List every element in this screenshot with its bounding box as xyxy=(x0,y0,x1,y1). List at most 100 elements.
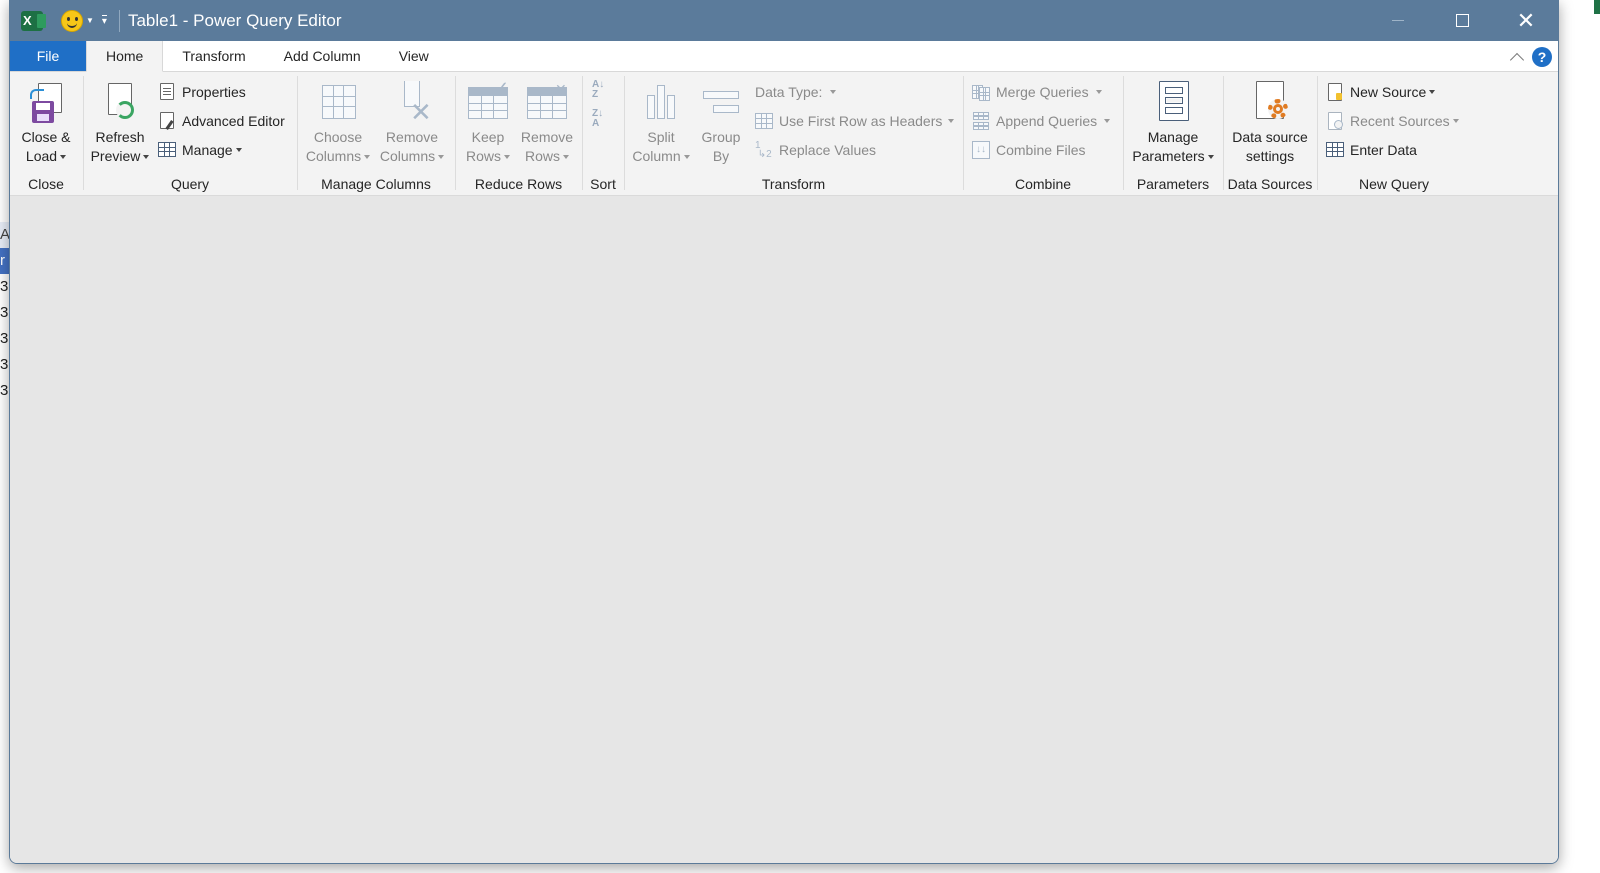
remove-rows-icon: ✕ xyxy=(527,81,567,125)
group-sort: A↓ Z Z↓ A Sort xyxy=(583,72,623,196)
enter-data-label: Enter Data xyxy=(1350,142,1417,158)
collapse-ribbon-icon[interactable] xyxy=(1509,52,1525,67)
group-by-button[interactable]: Group By xyxy=(701,81,741,166)
background-cell: A xyxy=(0,222,9,248)
close-load-button[interactable]: Close & Load xyxy=(16,81,76,166)
remove-columns-button[interactable]: ✕ Remove Columns xyxy=(376,81,448,166)
help-icon[interactable]: ? xyxy=(1532,46,1552,67)
chevron-down-icon xyxy=(438,155,445,160)
remove-rows-label-2: Rows xyxy=(524,148,560,164)
data-source-settings-icon xyxy=(1250,81,1290,125)
chevron-down-icon xyxy=(60,155,67,160)
smiley-icon[interactable] xyxy=(61,9,83,32)
chevron-down-icon[interactable]: ▼ xyxy=(86,16,94,25)
choose-columns-icon xyxy=(318,81,358,125)
background-cell: 3 xyxy=(0,278,9,295)
data-type-dropdown[interactable]: Data Type: xyxy=(755,81,837,103)
use-first-row-label: Use First Row as Headers xyxy=(779,113,943,129)
chevron-down-icon xyxy=(364,155,371,160)
tab-view[interactable]: View xyxy=(380,41,448,71)
enter-data-button[interactable]: Enter Data xyxy=(1326,139,1417,161)
replace-values-button[interactable]: 1 ↳2 Replace Values xyxy=(755,139,876,161)
choose-columns-label-1: Choose xyxy=(313,129,363,145)
chevron-down-icon xyxy=(504,155,510,160)
chevron-down-icon xyxy=(1207,155,1214,160)
window-title: Table1 - Power Query Editor xyxy=(127,10,342,30)
refresh-preview-label-2: Preview xyxy=(90,148,141,164)
recent-sources-label: Recent Sources xyxy=(1350,113,1450,129)
chevron-down-icon xyxy=(235,148,242,152)
recent-sources-button[interactable]: Recent Sources xyxy=(1326,110,1459,132)
group-label-sort: Sort xyxy=(590,176,616,192)
manage-label: Manage xyxy=(182,142,233,158)
ribbon-tabs: File Home Transform Add Column View ? xyxy=(10,41,1558,72)
group-label-data-sources: Data Sources xyxy=(1227,176,1313,192)
remove-columns-label-2: Columns xyxy=(379,148,436,164)
group-label-combine: Combine xyxy=(1014,176,1072,192)
title-bar[interactable]: X ▼ ▾ Table1 - Power Query Editor ✕ xyxy=(10,0,1558,41)
minimize-icon xyxy=(1392,20,1404,21)
tab-home[interactable]: Home xyxy=(86,41,164,72)
sort-descending-button[interactable]: Z↓ A xyxy=(592,109,603,133)
data-type-label: Data Type: xyxy=(755,84,823,100)
merge-queries-label: Merge Queries xyxy=(996,84,1089,100)
data-source-settings-button[interactable]: Data source settings xyxy=(1226,81,1314,166)
group-close: Close & Load Close xyxy=(10,72,82,196)
append-queries-label: Append Queries xyxy=(996,113,1098,129)
keep-rows-icon: ✓ xyxy=(468,79,509,125)
combine-files-button[interactable]: ↓↓ Combine Files xyxy=(972,139,1085,161)
sort-ascending-icon: A↓ Z xyxy=(592,79,605,100)
background-cell: r xyxy=(0,248,9,274)
customize-quick-access-icon[interactable]: ▾ xyxy=(101,14,107,27)
data-source-settings-label-1: Data source xyxy=(1232,129,1308,145)
new-source-button[interactable]: New Source xyxy=(1326,81,1436,103)
split-column-button[interactable]: Split Column xyxy=(629,81,693,166)
tab-add-column[interactable]: Add Column xyxy=(265,41,380,71)
group-label-close: Close xyxy=(28,176,64,192)
advanced-editor-icon xyxy=(158,112,176,130)
manage-parameters-button[interactable]: Manage Parameters xyxy=(1128,81,1218,166)
group-by-label-1: Group xyxy=(701,129,741,145)
chevron-down-icon xyxy=(1429,90,1436,94)
use-first-row-as-headers-button[interactable]: Use First Row as Headers xyxy=(755,110,955,132)
background-cells-left: A r 3 3 3 3 3 xyxy=(0,222,9,404)
remove-rows-button[interactable]: ✕ Remove Rows xyxy=(518,81,576,166)
tab-transform[interactable]: Transform xyxy=(163,41,264,71)
manage-parameters-label-2: Parameters xyxy=(1132,148,1205,164)
chevron-down-icon xyxy=(143,155,150,160)
table-icon xyxy=(1326,141,1344,159)
maximize-icon xyxy=(1455,14,1469,27)
group-by-icon xyxy=(701,81,741,125)
replace-values-icon: 1 ↳2 xyxy=(755,140,772,160)
remove-rows-label-1: Remove xyxy=(520,129,574,145)
sort-ascending-button[interactable]: A↓ Z xyxy=(592,80,604,104)
chevron-down-icon xyxy=(948,119,955,123)
tab-file[interactable]: File xyxy=(10,41,86,71)
excel-icon[interactable]: X xyxy=(21,10,46,31)
maximize-button[interactable] xyxy=(1430,0,1494,41)
remove-columns-label-1: Remove xyxy=(385,129,439,145)
close-load-label-2: Load xyxy=(25,148,58,164)
chevron-down-icon xyxy=(1452,119,1459,123)
manage-button[interactable]: Manage xyxy=(158,139,242,161)
background-cell: 3 xyxy=(0,356,9,373)
recent-sources-icon xyxy=(1326,112,1344,130)
combine-files-label: Combine Files xyxy=(996,142,1086,158)
properties-button[interactable]: Properties xyxy=(158,81,246,103)
advanced-editor-button[interactable]: Advanced Editor xyxy=(158,110,285,132)
keep-rows-button[interactable]: ✓ Keep Rows xyxy=(460,79,516,166)
minimize-button[interactable] xyxy=(1366,0,1430,41)
group-data-sources: Data source settings Data Sources xyxy=(1224,72,1316,196)
table-header-icon xyxy=(755,112,773,130)
group-label-new-query: New Query xyxy=(1358,176,1430,192)
group-label-reduce-rows: Reduce Rows xyxy=(474,176,563,192)
group-manage-columns: Choose Columns ✕ Remove Columns Manage C… xyxy=(298,72,454,196)
close-window-button[interactable]: ✕ xyxy=(1494,0,1558,41)
choose-columns-label-2: Columns xyxy=(305,148,362,164)
append-queries-button[interactable]: Append Queries xyxy=(972,110,1111,132)
choose-columns-button[interactable]: Choose Columns xyxy=(302,81,374,166)
refresh-preview-button[interactable]: Refresh Preview xyxy=(90,81,150,166)
query-content-area xyxy=(10,197,1558,863)
chevron-down-icon xyxy=(830,90,837,94)
merge-queries-button[interactable]: Merge Queries xyxy=(972,81,1102,103)
